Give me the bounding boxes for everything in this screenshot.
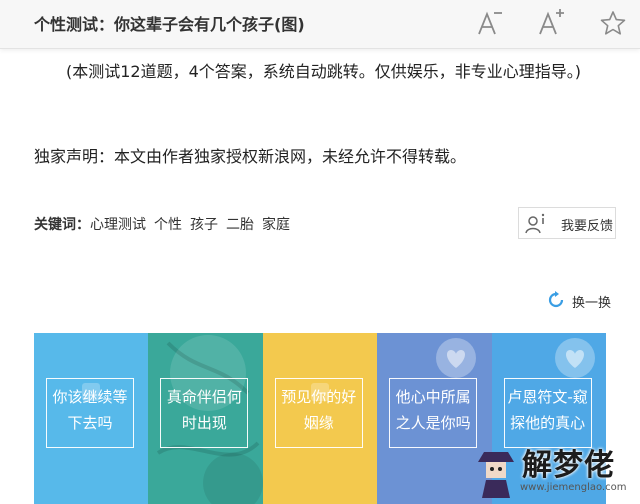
watermark-url: www.jiemenglao.com — [520, 482, 627, 493]
keyword-link[interactable]: 个性 — [154, 217, 182, 233]
heart-bubble-icon — [554, 338, 595, 378]
user-info-icon — [525, 212, 547, 234]
site-watermark: 解梦佬 www.jiemenglao.com — [470, 438, 640, 504]
keywords-row: 关键词：心理测试 个性 孩子 二胎 家庭 — [34, 214, 298, 234]
card-label: 预见你的好姻缘 — [281, 388, 357, 432]
star-icon[interactable] — [596, 6, 630, 40]
keywords-label: 关键词： — [34, 217, 90, 233]
keyword-link[interactable]: 心理测试 — [90, 217, 146, 233]
copyright-statement: 独家声明：本文由作者独家授权新浪网，未经允许不得转载。 — [34, 147, 467, 166]
card-label: 他心中所属之人是你吗 — [395, 388, 471, 432]
refresh-label: 换一换 — [572, 296, 612, 311]
recommend-card[interactable]: 预见你的好姻缘 — [262, 333, 378, 504]
feedback-label: 我要反馈 — [561, 219, 614, 234]
font-decrease-icon[interactable] — [472, 6, 506, 40]
intro-paragraph: (本测试12道题，4个答案，系统自动跳转。仅供娱乐，非专业心理指导。) — [66, 62, 582, 81]
watermark-text: 解梦佬 — [522, 448, 615, 483]
page-title: 个性测试：你这辈子会有几个孩子(图) — [34, 15, 305, 34]
refresh-icon — [546, 290, 566, 310]
keyword-link[interactable]: 家庭 — [262, 217, 290, 233]
top-toolbar: 个性测试：你这辈子会有几个孩子(图) — [0, 0, 640, 49]
detective-icon — [478, 452, 514, 498]
card-label: 你该继续等下去吗 — [52, 388, 128, 432]
feedback-button[interactable]: 我要反馈 — [518, 207, 616, 239]
recommend-card[interactable]: 真命伴侣何时出现 — [148, 333, 263, 504]
heart-bubble-icon — [436, 338, 477, 378]
keyword-link[interactable]: 二胎 — [226, 217, 254, 233]
font-increase-icon[interactable] — [534, 6, 568, 40]
recommend-card[interactable]: 你该继续等下去吗 — [34, 333, 149, 504]
card-label: 真命伴侣何时出现 — [166, 388, 242, 432]
card-label: 卢恩符文-窥探他的真心 — [507, 388, 588, 432]
keyword-link[interactable]: 孩子 — [190, 217, 218, 233]
